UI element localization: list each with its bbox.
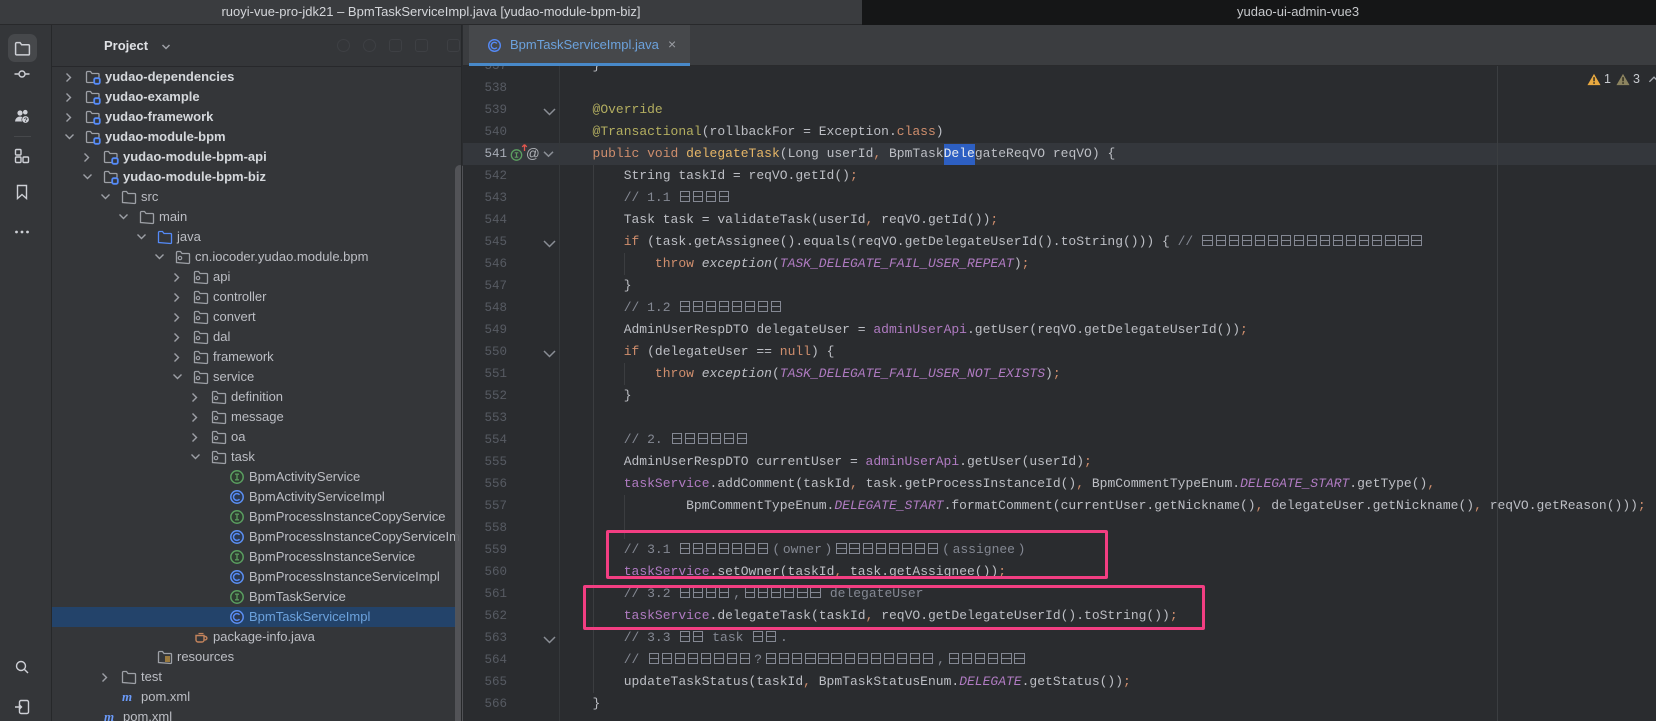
svg-text:m: m [104, 709, 114, 721]
svg-text:m: m [122, 689, 132, 704]
svg-text:?: ? [24, 117, 28, 124]
